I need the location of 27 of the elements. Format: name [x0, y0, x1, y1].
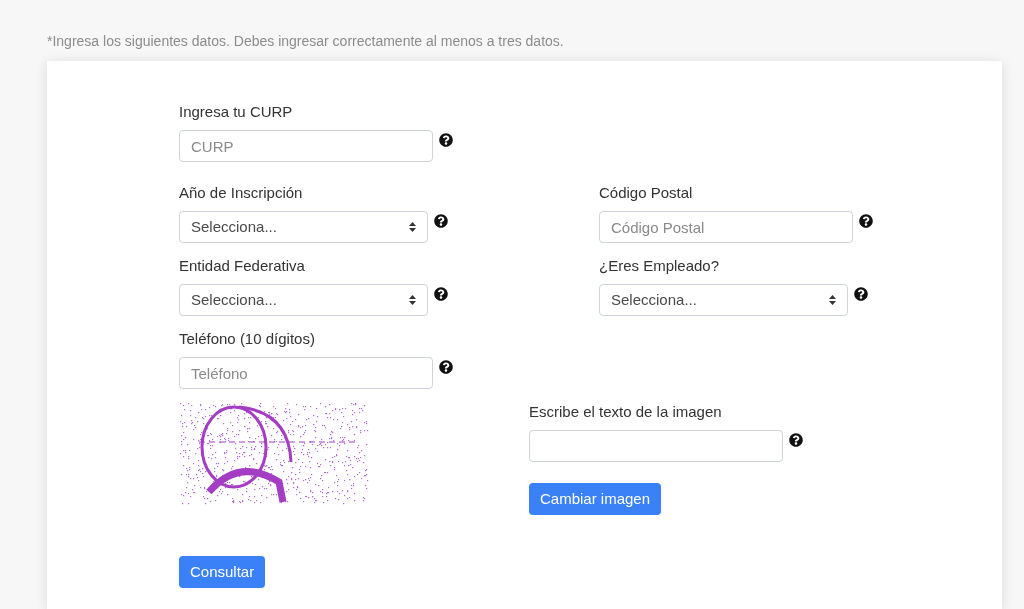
input-field[interactable]	[529, 430, 783, 462]
select-field[interactable]: Selecciona...	[179, 284, 428, 316]
field-label: Escribe el texto de la imagen	[529, 402, 722, 422]
field-label: Entidad Federativa	[179, 256, 306, 276]
help-icon[interactable]	[439, 360, 453, 374]
select-field[interactable]: Selecciona...	[179, 211, 428, 243]
submit-button[interactable]: Consultar	[179, 556, 266, 588]
help-icon[interactable]	[434, 287, 448, 301]
field-label: ¿Eres Empleado?	[599, 256, 721, 276]
help-icon[interactable]	[859, 214, 873, 228]
help-icon[interactable]	[789, 433, 803, 447]
instruction-note: *Ingresa los siguientes datos. Debes ingresar correctamente al menos a tres datos.	[47, 33, 564, 49]
help-icon[interactable]	[434, 214, 448, 228]
input-field[interactable]: Código Postal	[599, 211, 853, 243]
updown-caret-icon	[829, 295, 836, 305]
select-field[interactable]: Selecciona...	[599, 284, 848, 316]
help-icon[interactable]	[439, 133, 453, 147]
field-label: Año de Inscripción	[179, 183, 304, 203]
input-field[interactable]: Teléfono	[179, 357, 433, 389]
field-label: Código Postal	[599, 183, 694, 203]
updown-caret-icon	[409, 222, 416, 232]
field-label: Teléfono (10 dígitos)	[179, 329, 316, 349]
input-field[interactable]: CURP	[179, 130, 433, 162]
help-icon[interactable]	[854, 287, 868, 301]
updown-caret-icon	[409, 295, 416, 305]
field-label: Ingresa tu CURP	[179, 102, 294, 122]
change-image-button[interactable]: Cambiar imagen	[529, 483, 662, 515]
